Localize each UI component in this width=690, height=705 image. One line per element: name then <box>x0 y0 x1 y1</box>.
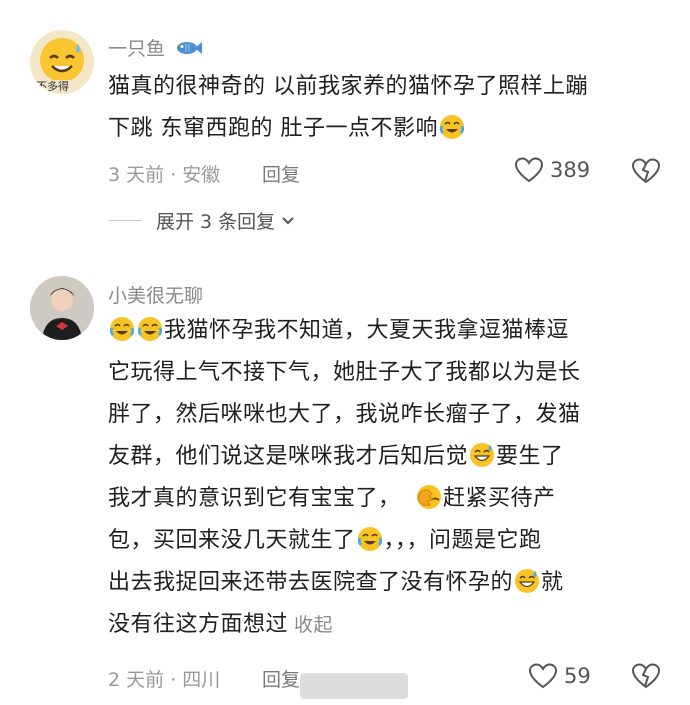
comment-meta: 2 天前 · 四川 <box>108 669 221 691</box>
collapse-button[interactable]: 收起 <box>294 614 333 636</box>
comment-2: 小美很无聊 我猫怀孕我不知道，大夏天我拿逗猫棒逗 它玩得上气不接下气，她肚子大了… <box>0 0 690 705</box>
comment-line: 没有往这方面想过 收起 <box>108 612 334 637</box>
watermark-overlay <box>300 673 408 699</box>
heart-outline-icon <box>528 663 558 689</box>
comment-line: 出去我捉回来还带去医院查了没有怀孕的 就 <box>108 569 564 595</box>
broken-heart-icon[interactable] <box>631 662 661 690</box>
crying-laughing-emoji <box>137 317 163 341</box>
comment-time: 2 天前 <box>108 669 165 691</box>
comment-line: 我猫怀孕我不知道，大夏天我拿逗猫棒逗 <box>108 310 668 352</box>
like-count: 59 <box>564 664 591 688</box>
grinning-sweat-emoji <box>515 569 540 593</box>
comment-body: 我猫怀孕我不知道，大夏天我拿逗猫棒逗 它玩得上气不接下气，她肚子大了我都以为是长… <box>108 310 668 646</box>
comment-line: 友群，他们说这是咪咪我才后知后觉 要生了 <box>108 443 564 469</box>
crying-laughing-emoji <box>109 317 135 341</box>
like-button[interactable]: 59 <box>528 662 591 690</box>
grinning-sweat-emoji <box>470 443 495 467</box>
comment-line: 包，买回来没几天就生了 ，，，问题是它跑 <box>108 527 542 553</box>
username[interactable]: 小美很无聊 <box>108 281 203 308</box>
comment-line: 胖了，然后咪咪也大了，我说咋长瘤子了，发猫 <box>108 402 581 427</box>
avatar[interactable] <box>30 276 94 340</box>
reply-button[interactable]: 回复 <box>262 665 300 692</box>
comment-line: 我才真的意识到它有宝宝了， 赶紧买待产 <box>108 485 556 511</box>
comment-location: 四川 <box>182 669 221 691</box>
comment-line: 它玩得上气不接下气，她肚子大了我都以为是长 <box>108 360 581 385</box>
facepalm-emoji <box>417 485 442 509</box>
crying-laughing-emoji <box>357 527 382 551</box>
person-avatar-icon <box>30 276 94 340</box>
